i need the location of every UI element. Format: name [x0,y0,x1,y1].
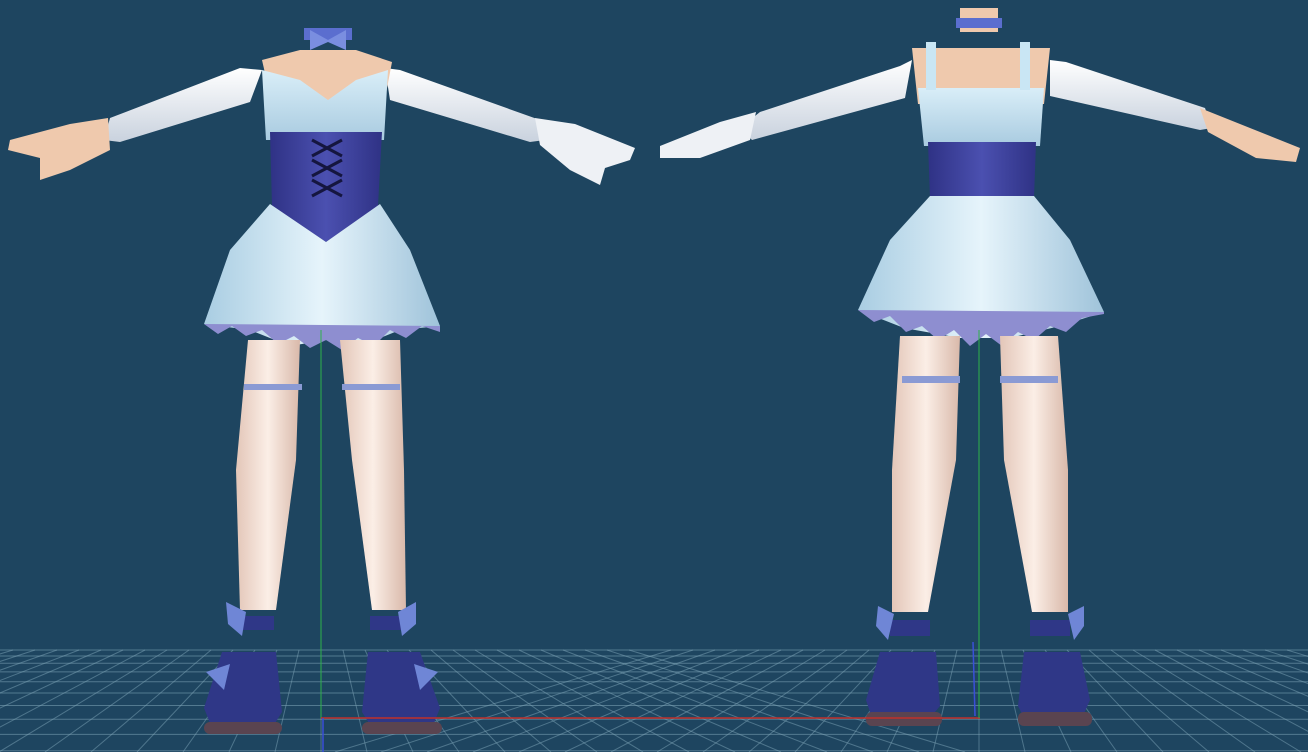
front-left-glove [104,68,262,142]
back-left-garter [902,376,960,383]
front-skirt-frill [204,324,440,350]
front-right-sole [362,722,442,734]
front-right-hand [535,118,635,185]
grid-line [584,649,874,752]
front-left-hand [8,118,110,180]
grid-line [562,649,828,752]
grid-line [426,649,716,752]
grid-line [0,649,14,655]
grid-line [474,649,644,752]
front-left-garter [244,384,302,390]
grid-line [1286,649,1308,657]
grid-line [656,649,826,752]
grid-line [0,649,146,728]
back-left-ankle-strap [890,620,930,636]
back-right-garter [1000,376,1058,383]
grid-line [0,649,124,709]
back-left-hand [660,112,756,158]
grid-line [0,649,36,662]
front-right-leg [340,340,406,610]
back-left-sole [866,712,942,726]
back-bodice [918,88,1044,146]
front-right-glove [385,68,545,142]
back-right-glove [1050,60,1212,130]
character-back-view[interactable] [660,8,1300,726]
back-right-sole [1018,712,1092,726]
back-skirt-frill [858,310,1104,346]
front-left-sole [204,722,282,734]
back-right-shoe [1018,652,1090,718]
back-right-ribbon [1068,606,1084,640]
back-left-strap [926,42,936,90]
back-right-hand [1200,108,1300,162]
front-right-garter [342,384,400,390]
3d-viewport[interactable] [0,0,1308,752]
grid-line [1198,649,1308,697]
back-left-shoe [866,652,940,718]
viewport-scene[interactable] [0,0,1308,752]
back-left-glove [740,60,912,140]
back-right-ankle-strap [1030,620,1070,636]
back-right-strap [1020,42,1030,90]
front-left-leg [236,340,300,610]
grid-line [472,649,738,752]
back-corset [928,142,1036,198]
axis-gizmo-back [972,330,980,718]
back-choker [956,18,1002,28]
grid-line [0,649,168,752]
grid-line [1132,649,1302,752]
floor-grid [0,649,1308,752]
grid-line [1176,649,1308,713]
